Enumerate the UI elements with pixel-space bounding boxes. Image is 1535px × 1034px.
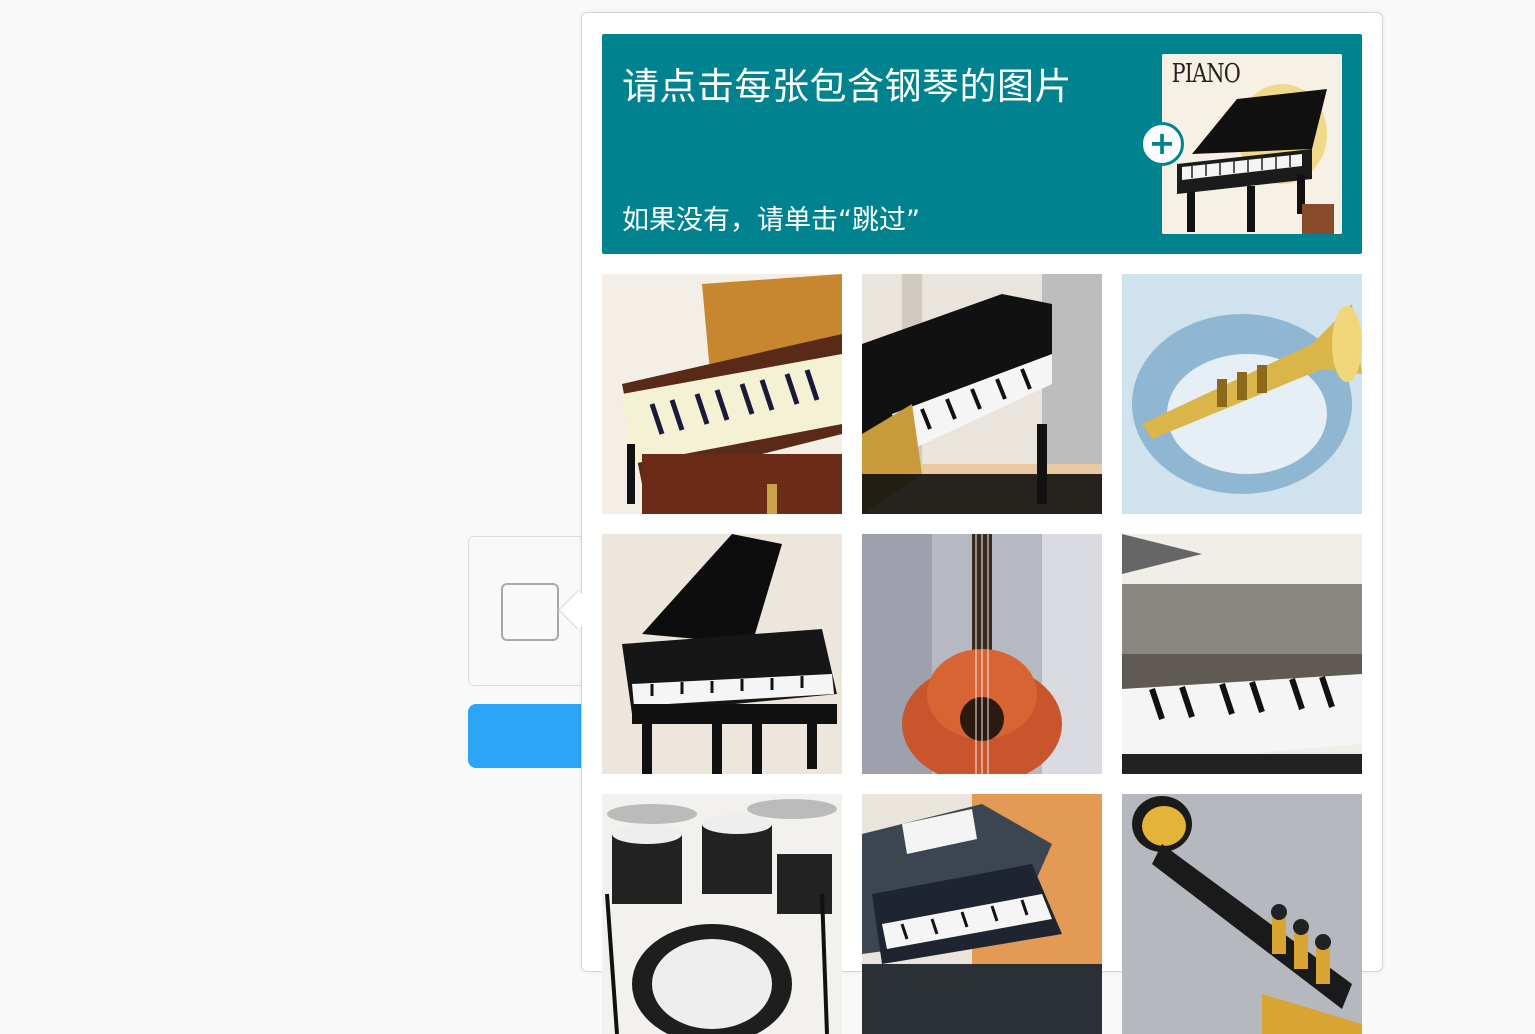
tile-grand-piano-brown[interactable] <box>602 274 842 514</box>
tile-acoustic-guitar[interactable] <box>862 534 1102 774</box>
prompt-title: 请点击每张包含钢琴的图片 <box>622 65 1072 108</box>
tile-piano-orange[interactable] <box>862 794 1102 1034</box>
example-expand-icon[interactable]: + <box>1140 122 1184 166</box>
tile-trumpet-gold[interactable] <box>1122 794 1362 1034</box>
tile-trumpet-blue[interactable] <box>1122 274 1362 514</box>
challenge-prompt: 请点击每张包含钢琴的图片 如果没有，请单击“跳过” + PIANO <box>602 34 1362 254</box>
example-image: PIANO <box>1162 54 1342 234</box>
tile-upright-piano-grey[interactable] <box>1122 534 1362 774</box>
captcha-challenge-panel: 请点击每张包含钢琴的图片 如果没有，请单击“跳过” + PIANO <box>581 12 1383 1034</box>
tile-black-grand-piano[interactable] <box>602 534 842 774</box>
tile-drum-kit[interactable] <box>602 794 842 1034</box>
prompt-subtitle: 如果没有，请单击“跳过” <box>622 205 920 236</box>
captcha-checkbox[interactable] <box>501 583 559 641</box>
example-label: PIANO <box>1172 58 1240 89</box>
tile-upright-piano-room[interactable] <box>862 274 1102 514</box>
